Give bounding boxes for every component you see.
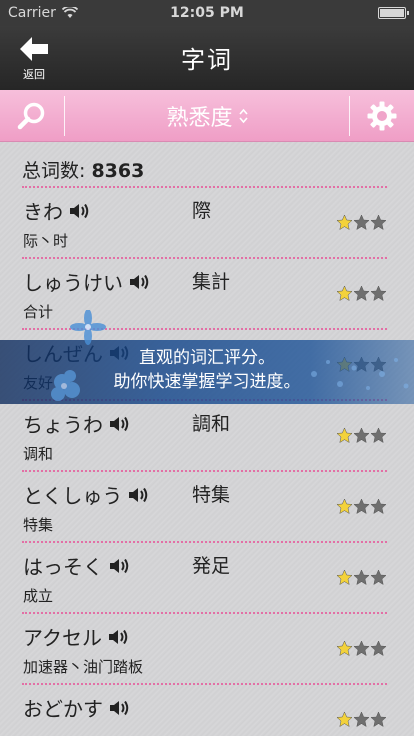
row-divider (22, 683, 387, 685)
star-icon (336, 569, 353, 586)
familiarity-rating[interactable] (336, 640, 387, 657)
row-divider (22, 541, 387, 543)
kana-text: ちょうわ (23, 413, 103, 437)
star-icon (353, 640, 370, 657)
familiarity-rating[interactable] (336, 498, 387, 515)
kana-reading: しゅうけい (23, 267, 149, 296)
speaker-icon[interactable] (109, 557, 129, 575)
familiarity-rating[interactable] (336, 569, 387, 586)
kana-reading: ちょうわ (23, 409, 129, 438)
star-icon (336, 285, 353, 302)
kana-text: しゅうけい (23, 271, 123, 295)
speaker-icon[interactable] (109, 699, 129, 717)
star-icon (353, 569, 370, 586)
sort-chevron-icon (238, 108, 248, 124)
kana-reading: おどかす (23, 693, 129, 722)
star-icon (370, 285, 387, 302)
star-icon (370, 711, 387, 728)
wifi-icon (61, 7, 78, 18)
sort-label: 熟悉度 (166, 106, 233, 131)
star-icon (353, 498, 370, 515)
promo-banner: 直观的词汇评分。 助你快速掌握学习进度。 (0, 310, 414, 404)
star-icon (353, 214, 370, 231)
kana-reading: はっそく (23, 551, 129, 580)
meaning-text: 特集 (23, 516, 54, 534)
star-icon (370, 569, 387, 586)
word-list[interactable]: 总词数: 8363 きわ際际丶时しゅうけい集計合计しんぜん友好ちょうわ調和调和と… (0, 142, 414, 736)
sort-dropdown[interactable]: 熟悉度 (65, 90, 349, 142)
speaker-icon[interactable] (108, 628, 128, 646)
kana-text: おどかす (23, 697, 103, 721)
star-icon (336, 640, 353, 657)
total-value: 8363 (91, 160, 145, 182)
promo-text: 直观的词汇评分。 助你快速掌握学习进度。 (0, 346, 414, 394)
speaker-icon[interactable] (109, 415, 129, 433)
row-divider (22, 470, 387, 472)
list-item[interactable]: とくしゅう 特集 特集 (0, 470, 414, 541)
kanji-text: 際 (192, 200, 212, 222)
kanji-text: 調和 (192, 413, 231, 435)
list-item[interactable]: アクセル加速器丶油门踏板 (0, 612, 414, 683)
row-divider (22, 612, 387, 614)
status-bar: Carrier 12:05 PM (0, 0, 414, 26)
familiarity-rating[interactable] (336, 285, 387, 302)
familiarity-rating[interactable] (336, 427, 387, 444)
speaker-icon[interactable] (128, 486, 148, 504)
star-icon (336, 214, 353, 231)
star-icon (353, 427, 370, 444)
status-time: 12:05 PM (170, 5, 244, 21)
star-icon (370, 214, 387, 231)
list-item[interactable]: おどかす (0, 683, 414, 736)
nav-bar: 返回 字词 (0, 26, 414, 90)
meaning-text: 际丶时 (23, 232, 69, 250)
star-icon (353, 285, 370, 302)
speaker-icon[interactable] (69, 202, 89, 220)
familiarity-rating[interactable] (336, 711, 387, 728)
promo-line-2: 助你快速掌握学习进度。 (113, 372, 301, 392)
gear-icon (367, 101, 397, 131)
search-icon (17, 102, 45, 130)
kana-text: アクセル (23, 626, 102, 650)
speaker-icon[interactable] (129, 273, 149, 291)
star-icon (336, 711, 353, 728)
kana-reading: とくしゅう (23, 480, 148, 509)
star-icon (336, 427, 353, 444)
kanji-text: 集計 (192, 271, 231, 293)
meaning-text: 加速器丶油门踏板 (23, 658, 144, 676)
total-count: 总词数: 8363 (22, 156, 144, 183)
kana-text: きわ (23, 200, 63, 224)
row-divider (22, 257, 387, 259)
star-icon (370, 427, 387, 444)
status-right (256, 7, 409, 19)
total-label: 总词数: (22, 160, 86, 182)
kana-reading: アクセル (23, 622, 128, 651)
status-left: Carrier (8, 5, 158, 21)
familiarity-rating[interactable] (336, 214, 387, 231)
battery-icon (378, 7, 409, 19)
kana-text: はっそく (23, 555, 103, 579)
star-icon (336, 498, 353, 515)
kana-text: とくしゅう (23, 484, 123, 508)
list-item[interactable]: きわ 際际丶时 (0, 186, 414, 257)
toolbar: 熟悉度 (0, 90, 414, 142)
row-divider (22, 186, 387, 188)
star-icon (353, 711, 370, 728)
carrier-label: Carrier (8, 5, 56, 21)
meaning-text: 调和 (23, 445, 54, 463)
star-icon (370, 640, 387, 657)
meaning-text: 成立 (23, 587, 54, 605)
page-title: 字词 (181, 46, 233, 74)
list-item[interactable]: はっそく 発足成立 (0, 541, 414, 612)
kanji-text: 発足 (192, 555, 231, 577)
search-button[interactable] (0, 90, 64, 142)
kana-reading: きわ (23, 196, 89, 225)
star-icon (370, 498, 387, 515)
kanji-text: 特集 (192, 484, 231, 506)
promo-line-1: 直观的词汇评分。 (139, 348, 275, 368)
settings-button[interactable] (350, 90, 414, 142)
